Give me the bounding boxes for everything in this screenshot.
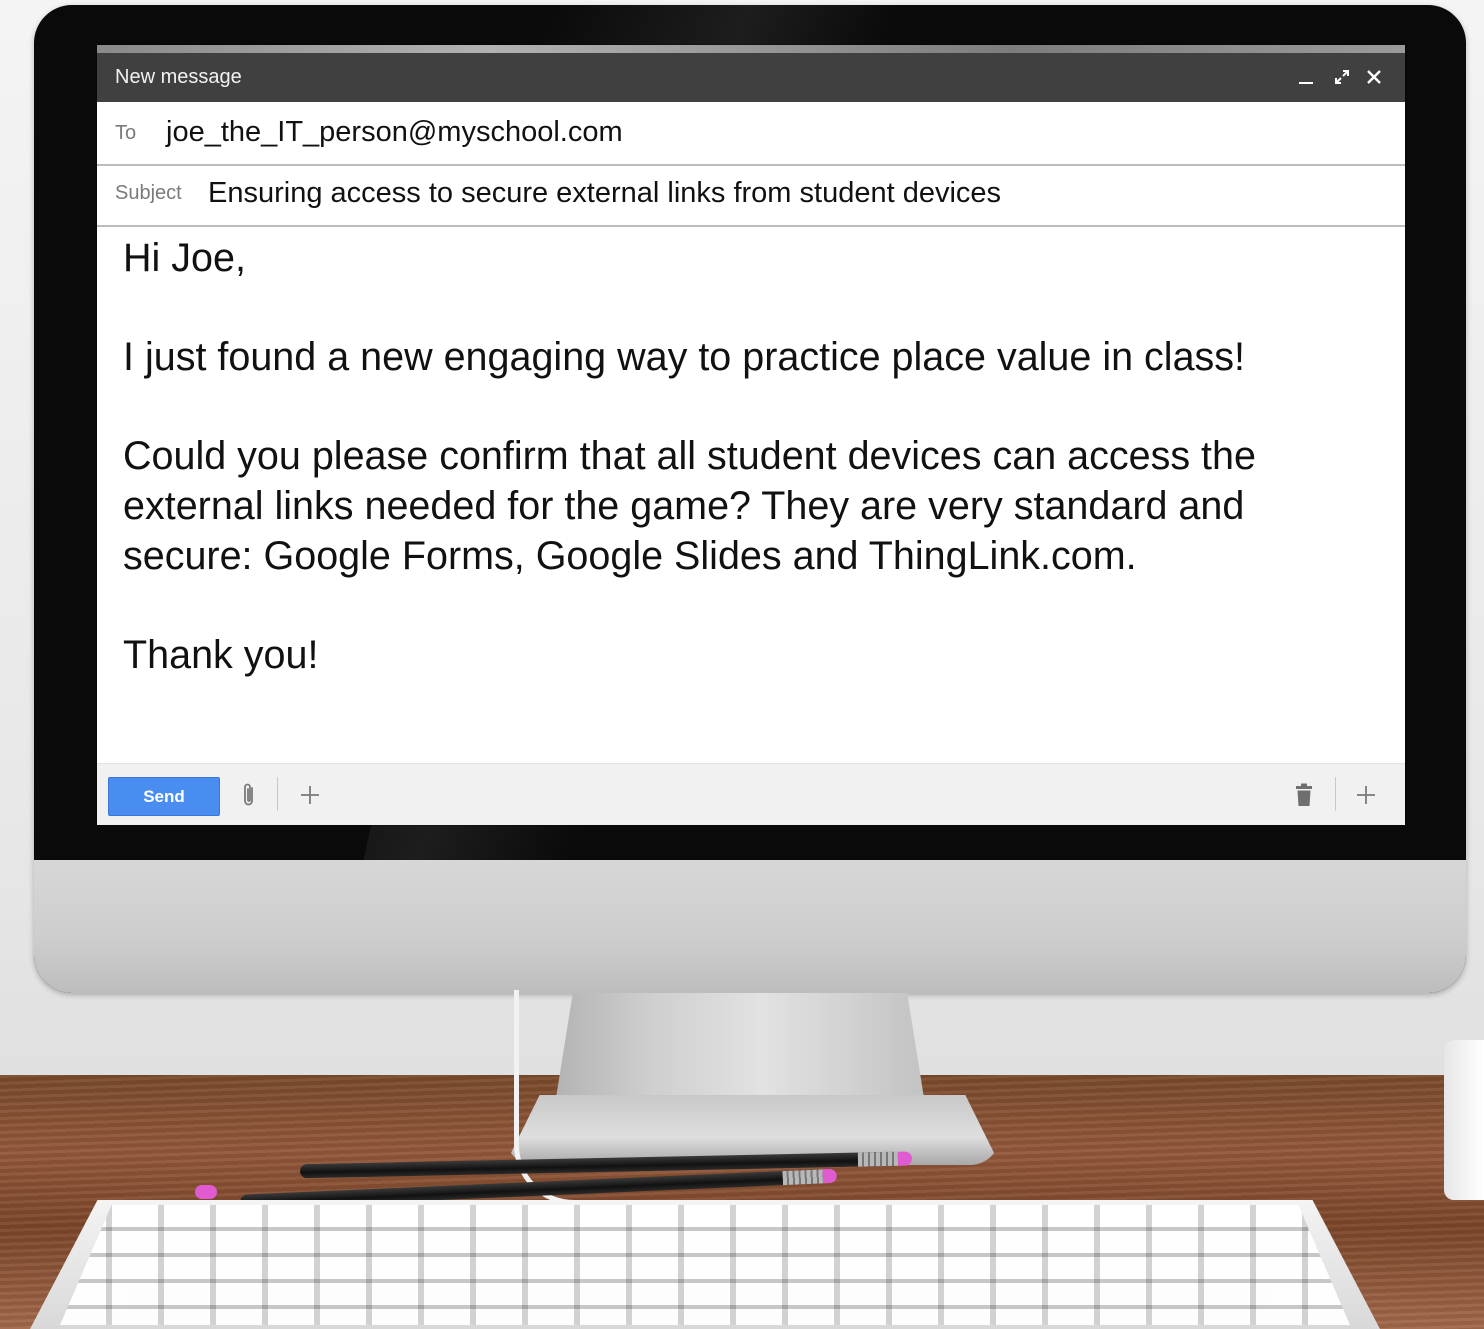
body-closing: Thank you!: [123, 633, 319, 677]
subject-field-row[interactable]: Subject Ensuring access to secure extern…: [97, 166, 1405, 227]
toolbar-divider: [1335, 777, 1336, 811]
message-body[interactable]: Hi Joe, I just found a new engaging way …: [123, 233, 1363, 680]
minimize-icon[interactable]: [1291, 62, 1321, 92]
compose-titlebar: New message: [97, 53, 1405, 102]
to-label: To: [115, 122, 137, 144]
monitor-chin: [34, 860, 1466, 993]
trash-icon[interactable]: [1289, 780, 1319, 810]
to-field-row[interactable]: To joe_the_IT_person@myschool.com: [97, 102, 1405, 166]
plus-icon[interactable]: [295, 780, 325, 810]
compose-toolbar: Send: [97, 763, 1405, 825]
to-field[interactable]: joe_the_IT_person@myschool.com: [166, 116, 623, 149]
compose-window: New message To joe_the_IT_person@myschoo…: [97, 45, 1405, 825]
toolbar-divider: [277, 777, 278, 811]
compose-title: New message: [115, 66, 242, 88]
body-paragraph-1: I just found a new engaging way to pract…: [123, 335, 1246, 379]
paperclip-icon[interactable]: [234, 780, 264, 810]
keyboard-keys: [60, 1205, 1350, 1325]
side-object: [1444, 1040, 1484, 1200]
send-button[interactable]: Send: [108, 777, 220, 816]
pencil-eraser: [195, 1185, 217, 1199]
close-icon[interactable]: [1359, 62, 1389, 92]
body-paragraph-2: Could you please confirm that all studen…: [123, 434, 1256, 578]
more-options-plus-icon[interactable]: [1351, 780, 1381, 810]
subject-label: Subject: [115, 182, 182, 204]
subject-field[interactable]: Ensuring access to secure external links…: [208, 177, 1001, 210]
body-greeting: Hi Joe,: [123, 236, 246, 280]
window-edge: [97, 45, 1405, 53]
popout-icon[interactable]: [1327, 62, 1357, 92]
